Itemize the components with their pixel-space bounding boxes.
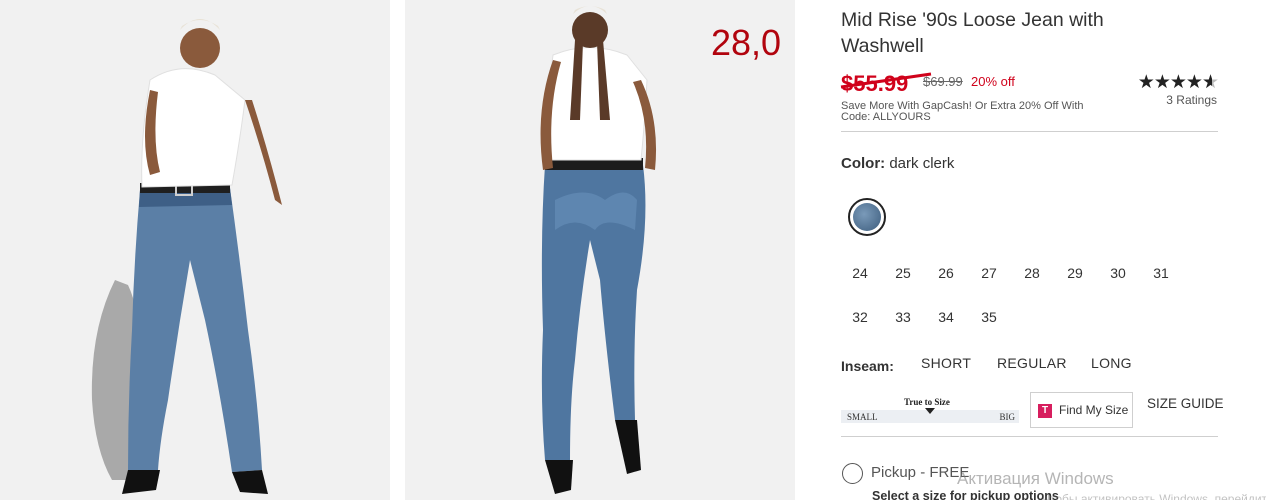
- color-label: Color:: [841, 155, 886, 172]
- size-guide-link[interactable]: SIZE GUIDE: [1147, 396, 1224, 411]
- rating-summary[interactable]: ★★★★★ ★ 3 Ratings: [1117, 71, 1219, 107]
- product-details-panel: Mid Rise '90s Loose Jean with Washwell $…: [840, 0, 1224, 500]
- discount-badge: 20% off: [971, 74, 1015, 89]
- fit-marker-icon: [925, 408, 935, 414]
- size-option-24[interactable]: 24: [842, 259, 878, 287]
- original-price: $69.99: [923, 74, 963, 89]
- star-icon: ★: [1185, 72, 1203, 93]
- product-title: Mid Rise '90s Loose Jean with Washwell: [841, 9, 1104, 57]
- truefit-logo-icon: T: [1038, 404, 1052, 418]
- price-row: $55.99 $69.99 20% off: [840, 69, 1121, 99]
- promo-text: Save More With GapCash! Or Extra 20% Off…: [841, 100, 1084, 123]
- fit-big-label: BIG: [999, 412, 1016, 422]
- star-icon: ★: [1169, 72, 1187, 93]
- ratings-count[interactable]: 3 Ratings: [1117, 93, 1218, 107]
- half-star-icon: ★ ★: [1201, 72, 1219, 93]
- size-option-26[interactable]: 26: [928, 259, 964, 287]
- fit-scale: True to Size SMALL BIG: [841, 396, 1019, 426]
- size-option-28[interactable]: 28: [1014, 259, 1050, 287]
- windows-activation-subtext: Чтобы активировать Windows, перейдите в: [1042, 492, 1266, 500]
- divider: [841, 436, 1218, 437]
- size-option-34[interactable]: 34: [928, 303, 964, 331]
- pickup-radio[interactable]: [842, 463, 863, 484]
- inseam-long[interactable]: LONG: [1091, 355, 1132, 371]
- inseam-regular[interactable]: REGULAR: [997, 355, 1067, 371]
- size-option-31[interactable]: 31: [1143, 259, 1179, 287]
- size-option-25[interactable]: 25: [885, 259, 921, 287]
- size-option-33[interactable]: 33: [885, 303, 921, 331]
- model-back-illustration: [405, 0, 795, 500]
- size-option-27[interactable]: 27: [971, 259, 1007, 287]
- size-option-35[interactable]: 35: [971, 303, 1007, 331]
- product-image-back[interactable]: [405, 0, 795, 500]
- find-my-size-label: Find My Size: [1059, 403, 1129, 417]
- pickup-label: Pickup - FREE: [871, 464, 970, 481]
- size-option-29[interactable]: 29: [1057, 259, 1093, 287]
- pickup-subtext: Select a size for pickup options: [872, 489, 1059, 500]
- fit-small-label: SMALL: [847, 412, 878, 422]
- fit-title: True to Size: [904, 397, 950, 407]
- color-label-row: Color: dark clerk: [841, 155, 954, 172]
- star-icon: ★: [1137, 72, 1155, 93]
- star-rating: ★★★★★ ★: [1117, 71, 1219, 93]
- price-strike-mark: [840, 72, 932, 89]
- product-image-front[interactable]: [0, 0, 390, 500]
- color-value: dark clerk: [889, 155, 955, 172]
- find-my-size-button[interactable]: T Find My Size: [1030, 392, 1133, 428]
- size-option-30[interactable]: 30: [1100, 259, 1136, 287]
- divider: [841, 131, 1218, 132]
- inseam-label: Inseam:: [841, 358, 894, 374]
- swatch-fill: [853, 203, 881, 231]
- model-front-illustration: [0, 0, 390, 500]
- size-option-32[interactable]: 32: [842, 303, 878, 331]
- inseam-short[interactable]: SHORT: [921, 355, 971, 371]
- windows-activation-watermark: Активация Windows: [957, 469, 1114, 488]
- color-swatch-dark-clerk[interactable]: [848, 198, 886, 236]
- star-icon: ★: [1153, 72, 1171, 93]
- overlay-price-annotation: 28,0: [711, 22, 782, 63]
